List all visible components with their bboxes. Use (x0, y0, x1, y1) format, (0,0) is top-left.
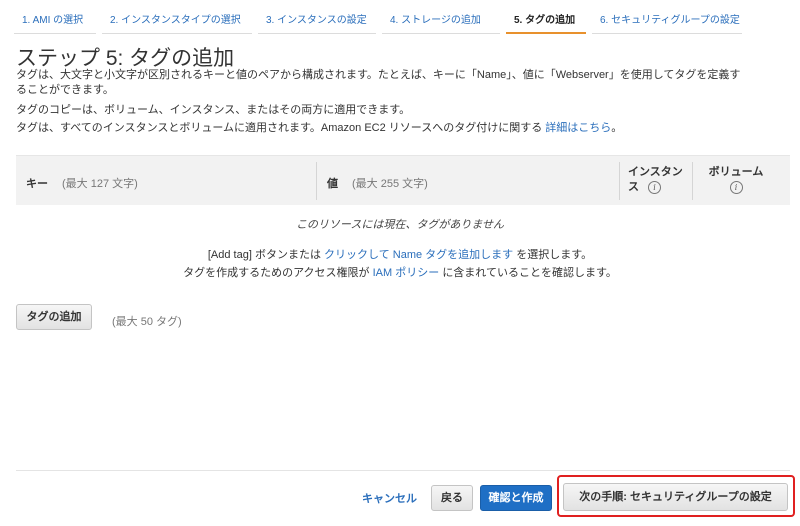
info-icon[interactable]: i (729, 180, 743, 194)
description-line-4-end: 。 (611, 122, 623, 134)
wizard-steps: 1. AMI の選択 2. インスタンスタイプの選択 3. インスタンスの設定 … (14, 8, 800, 36)
add-tag-hint-end: を選択します。 (516, 249, 593, 261)
column-value-label: 値 (327, 178, 338, 190)
empty-tags-message: このリソースには現在、タグがありません (295, 219, 505, 231)
description-line-3: タグのコピーは、ボリューム、インスタンス、またはその両方に適用できます。 (16, 104, 411, 116)
iam-hint-text: タグを作成するためのアクセス権限が (183, 267, 370, 279)
step-add-tags[interactable]: 5. タグの追加 (506, 8, 586, 34)
review-and-launch-button[interactable]: 確認と作成 (480, 485, 552, 511)
column-value: 値 (最大 255 文字) (327, 175, 428, 191)
step-configure-instance[interactable]: 3. インスタンスの設定 (258, 8, 376, 34)
step-security-group[interactable]: 6. セキュリティグループの設定 (592, 8, 742, 34)
tag-limit-text: (最大 50 タグ) (112, 316, 182, 328)
description-line-1: タグは、大文字と小文字が区別されるキーと値のペアから構成されます。たとえば、キー… (16, 69, 741, 81)
column-divider (619, 162, 620, 200)
back-button[interactable]: 戻る (431, 485, 473, 511)
add-name-tag-link[interactable]: クリックして Name タグを追加します (324, 249, 513, 261)
cancel-link[interactable]: キャンセル (362, 490, 417, 506)
info-icon[interactable]: i (648, 180, 662, 194)
iam-policy-link[interactable]: IAM ポリシー (373, 267, 440, 279)
column-key-label: キー (26, 178, 48, 190)
learn-more-link[interactable]: 詳細はこちら (545, 122, 611, 134)
column-volumes-label: ボリューム (708, 166, 764, 178)
step-ami[interactable]: 1. AMI の選択 (14, 8, 96, 34)
column-instances-label-2: ス (628, 181, 639, 193)
add-tag-hint: [Add tag] ボタンまたは クリックして Name タグを追加します を選… (0, 246, 800, 262)
next-security-group-button[interactable]: 次の手順: セキュリティグループの設定 (563, 483, 788, 511)
column-value-hint: (最大 255 文字) (352, 178, 428, 190)
add-tag-button[interactable]: タグの追加 (16, 304, 92, 330)
description-line-4: タグは、すべてのインスタンスとボリュームに適用されます。Amazon EC2 リ… (16, 121, 622, 136)
tags-table-header: キー (最大 127 文字) 値 (最大 255 文字) インスタン ス i ボリュ… (16, 155, 790, 205)
column-divider (316, 162, 317, 200)
step-instance-type[interactable]: 2. インスタンスタイプの選択 (102, 8, 252, 34)
footer-divider (16, 470, 790, 471)
column-divider (692, 162, 693, 200)
iam-hint: タグを作成するためのアクセス権限が IAM ポリシー に含まれていることを確認し… (0, 264, 800, 280)
add-tag-hint-text: [Add tag] ボタンまたは (207, 249, 321, 261)
description-line-2: ることができます。 (16, 84, 114, 96)
iam-hint-end: に含まれていることを確認します。 (442, 267, 617, 279)
column-volumes: ボリューム i (704, 165, 768, 195)
column-key: キー (最大 127 文字) (26, 175, 138, 191)
description-line-4-text: タグは、すべてのインスタンスとボリュームに適用されます。Amazon EC2 リ… (16, 122, 543, 134)
column-instances-label-1: インスタン (628, 166, 683, 178)
step-add-storage[interactable]: 4. ストレージの追加 (382, 8, 500, 34)
column-instances: インスタン ス i (628, 165, 683, 195)
column-key-hint: (最大 127 文字) (62, 178, 138, 190)
